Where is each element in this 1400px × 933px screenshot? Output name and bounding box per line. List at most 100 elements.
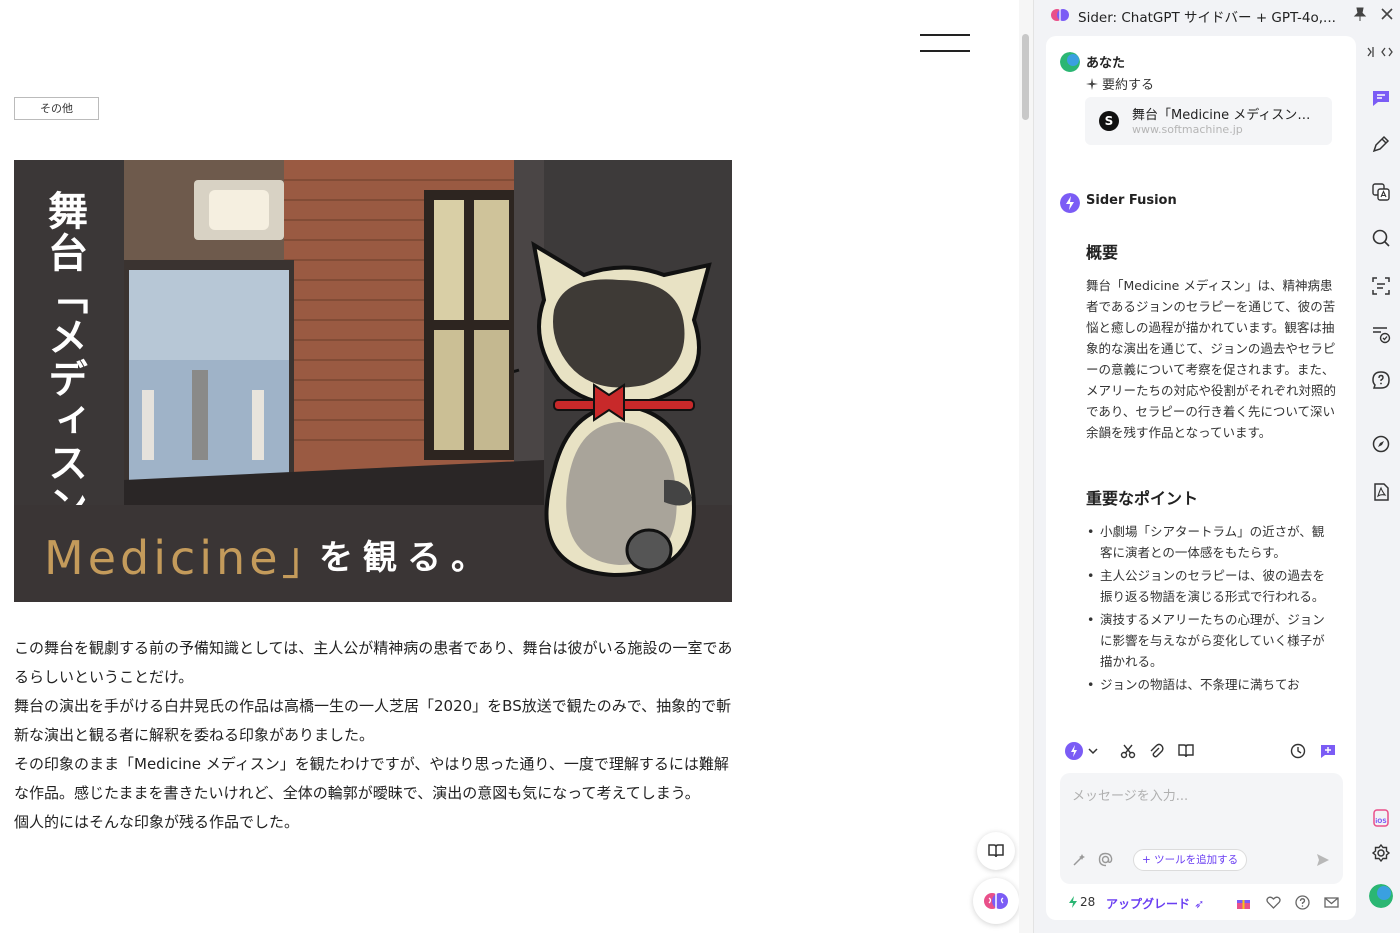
theater-photo [124,160,544,505]
menu-hamburger-button[interactable] [920,32,970,54]
user-name: あなた [1086,56,1126,71]
list-item: ジョンの物語は、不条理に満ちてお [1086,674,1336,695]
bot-name: Sider Fusion [1086,193,1177,208]
compass-icon [1372,435,1390,453]
rail-settings-button[interactable] [1367,839,1395,867]
sider-tool-rail: iOS [1362,36,1400,926]
sider-floating-button[interactable] [973,878,1019,924]
page-reference-card[interactable]: S 舞台「Medicine メディスン」を観る。 www.softmachine… [1085,97,1332,145]
hamburger-line [920,50,970,52]
chat-toolbar [1046,736,1356,766]
sider-logo-icon [1051,9,1069,21]
sparkle-icon [1086,77,1098,90]
article-paragraph: その印象のまま「Medicine メディスン」を観たわけですが、やはり思った通り… [14,755,729,802]
list-item: 小劇場「シアタートラム」の近さが、観客に演者との一体感をもたらす。 [1086,521,1336,563]
search-icon [1372,229,1390,247]
page-scrollbar[interactable] [1019,0,1033,933]
article-paragraph: 個人的にはそんな印象が残る作品でした。 [14,813,300,831]
account-avatar[interactable] [1369,884,1393,908]
reader-mode-button[interactable] [977,832,1015,870]
article-paragraph: 舞台の演出を手がける白井晃氏の作品は高橋一生の一人芝居「2020」をBS放送で観… [14,697,732,744]
sider-header: Sider: ChatGPT サイドバー + GPT-4o,... [1034,0,1400,30]
add-tool-button[interactable]: + ツールを追加する [1133,849,1248,871]
close-icon[interactable] [1379,6,1395,22]
history-button[interactable] [1288,741,1308,761]
pen-icon [1372,135,1390,153]
sider-title: Sider: ChatGPT サイドバー + GPT-4o,... [1078,10,1336,26]
paperclip-icon [1150,743,1164,758]
gift-icon[interactable] [1236,895,1251,910]
summarize-label: 要約する [1102,78,1155,93]
rail-ocr-button[interactable] [1367,272,1395,300]
pin-icon[interactable] [1352,6,1368,22]
points-heading: 重要なポイント [1086,489,1199,508]
article-body: この舞台を観劇する前の予備知識としては、主人公が精神病の患者であり、舞台は彼がい… [14,634,734,837]
translate-icon [1372,183,1390,201]
hamburger-line [920,34,970,36]
hero-image: 舞台「メディスン Medicine」 を観る。 [14,160,732,602]
sider-footer: 28 アップグレード ➶ [1046,888,1356,918]
message-input[interactable] [1072,785,1330,835]
question-icon [1372,371,1390,389]
collapse-button[interactable] [1367,44,1395,60]
rail-chat-button[interactable] [1367,84,1395,112]
hero-en-title: Medicine」 [44,531,332,585]
overview-heading: 概要 [1086,243,1119,262]
credits-count[interactable]: 28 [1068,895,1095,909]
hero-jp-suffix: を観る。 [319,538,495,578]
cat-illustration [514,241,712,578]
chat-icon [1373,91,1389,106]
rail-pdf-button[interactable] [1367,478,1395,506]
site-favicon-icon: S [1099,111,1119,131]
rail-grammar-button[interactable] [1367,320,1395,348]
page-scroll-thumb[interactable] [1022,34,1029,120]
read-page-button[interactable] [1176,741,1196,761]
lightning-icon [1069,896,1077,908]
message-input-box: + ツールを追加する [1060,773,1343,884]
send-icon[interactable] [1316,853,1330,867]
rail-translate-button[interactable] [1367,178,1395,206]
category-tag[interactable]: その他 [14,97,99,120]
article-paragraph: この舞台を観劇する前の予備知識としては、主人公が精神病の患者であり、舞台は彼がい… [14,639,733,686]
new-chat-icon [1321,745,1335,758]
rocket-icon: ➶ [1194,897,1205,911]
points-list: 小劇場「シアタートラム」の近さが、観客に演者との一体感をもたらす。 主人公ジョン… [1086,521,1336,697]
book-icon [1178,744,1194,758]
overview-text: 舞台「Medicine メディスン」は、精神病患者であるジョンのセラピーを通じて… [1086,278,1337,440]
pdf-icon [1374,483,1389,501]
rail-mindmap-button[interactable] [1367,430,1395,458]
rail-write-button[interactable] [1367,130,1395,158]
user-avatar [1060,52,1080,72]
collapse-expand-icon [1367,47,1393,57]
chat-messages[interactable]: あなた 要約する S 舞台「Medicine メディスン」を観る。 www.so… [1046,36,1356,728]
history-icon [1290,743,1306,759]
list-item: 演技するメアリーたちの心理が、ジョンに影響を与えながら変化していく様子が描かれる… [1086,609,1336,672]
ios-app-icon: iOS [1373,809,1389,827]
scan-icon [1372,277,1390,295]
check-list-icon [1373,327,1391,344]
gear-icon [1371,843,1391,863]
mail-icon[interactable] [1324,895,1339,910]
summarize-action: 要約する [1086,74,1154,93]
attach-button[interactable] [1146,741,1166,761]
rail-ios-button[interactable]: iOS [1367,804,1395,832]
help-icon[interactable] [1295,895,1310,910]
upgrade-label: アップグレード [1106,897,1191,911]
magic-wand-icon[interactable] [1072,853,1086,867]
rail-ask-button[interactable] [1367,366,1395,394]
brain-icon [984,893,1008,909]
new-chat-button[interactable] [1318,741,1338,761]
book-icon [988,844,1004,858]
web-page: その他 舞台「メディスン Medicine」 を観る。 この舞台を観劇する前の予… [0,0,1019,933]
scissors-button[interactable] [1118,741,1138,761]
rail-search-button[interactable] [1367,224,1395,252]
credits-value: 28 [1080,895,1096,909]
model-selector[interactable] [1064,741,1100,761]
page-card-title: 舞台「Medicine メディスン」を観る。 [1132,108,1322,123]
sider-fusion-avatar [1060,193,1080,213]
upgrade-button[interactable]: アップグレード ➶ [1106,895,1204,912]
list-item: 主人公ジョンのセラピーは、彼の過去を振り返る物語を演じる形式で行われる。 [1086,565,1336,607]
hero-vertical-title: 舞台「メディスン [41,190,87,526]
mention-icon[interactable] [1098,852,1113,867]
heart-icon[interactable] [1266,895,1281,910]
